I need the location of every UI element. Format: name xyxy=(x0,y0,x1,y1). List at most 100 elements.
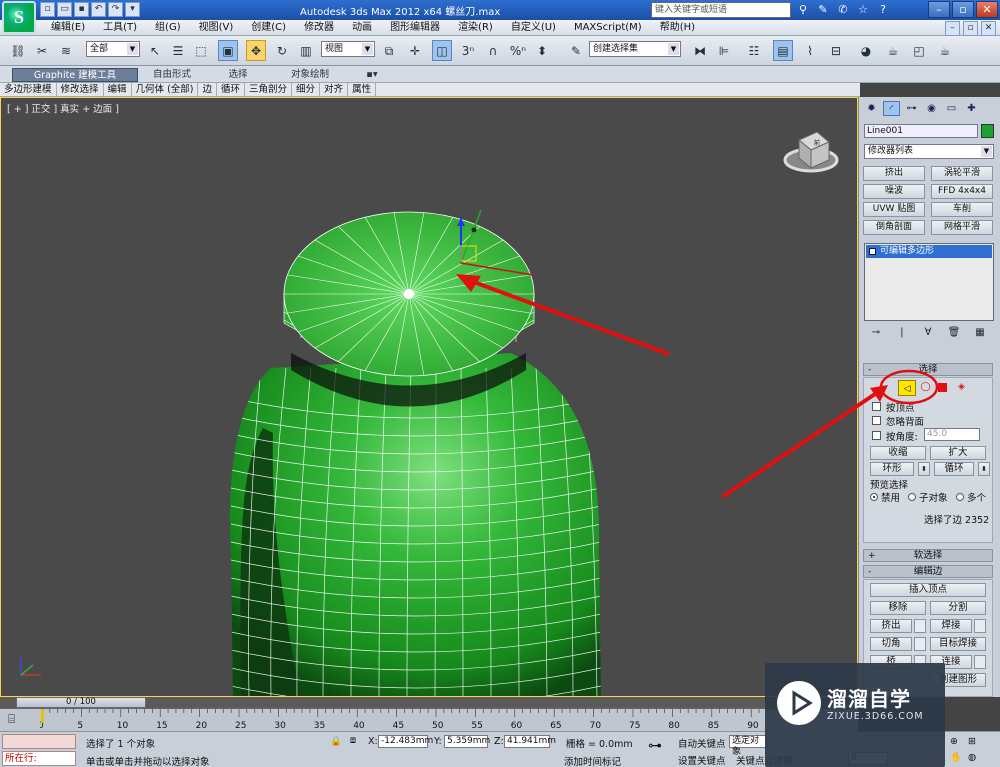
zoom-all-icon[interactable]: ⊞ xyxy=(968,736,976,747)
viewcube[interactable]: 前 xyxy=(781,118,841,181)
rendered-frame-icon[interactable]: ◰ xyxy=(909,40,929,61)
chamfer-button[interactable]: 切角 xyxy=(870,637,912,651)
weld-button[interactable]: 焊接 xyxy=(930,619,972,633)
material-editor-icon[interactable]: ◕ xyxy=(856,40,876,61)
panel-triangulation[interactable]: 三角剖分 xyxy=(245,83,293,96)
preview-subobject-radio[interactable] xyxy=(908,493,916,501)
angle-field[interactable]: 45.0 xyxy=(924,428,980,441)
mirror-icon[interactable]: ⧓ xyxy=(690,40,710,61)
select-move-icon[interactable]: ✥ xyxy=(246,40,266,61)
maxscript-running-label[interactable]: 所在行: xyxy=(2,751,76,766)
spinner-snap-icon[interactable]: ⬍ xyxy=(532,40,552,61)
panel-subdivision[interactable]: 细分 xyxy=(292,83,321,96)
zoom-icon[interactable]: ⊕ xyxy=(950,736,958,747)
link-icon[interactable]: ⛓ xyxy=(8,40,28,61)
chamfer-settings-icon[interactable] xyxy=(914,637,926,651)
hierarchy-tab-icon[interactable]: ⊶ xyxy=(903,101,920,116)
modifier-list-dropdown[interactable]: 修改器列表 ▼ xyxy=(864,144,994,159)
maxscript-listener-input[interactable] xyxy=(2,734,76,749)
edit-named-selection-icon[interactable]: ✎ xyxy=(566,40,586,61)
by-angle-checkbox[interactable] xyxy=(872,431,881,440)
menu-rendering[interactable]: 渲染(R) xyxy=(449,21,502,35)
render-setup-icon[interactable]: ☕ xyxy=(883,40,903,61)
selected-objects-dropdown[interactable]: 选定对象 xyxy=(729,735,767,757)
graphite-toggle-icon[interactable]: ▤ xyxy=(773,40,793,61)
target-weld-button[interactable]: 目标焊接 xyxy=(930,637,986,651)
window-crossing-icon[interactable]: ▣ xyxy=(218,40,238,61)
app-logo[interactable]: S xyxy=(2,1,36,34)
communication-icon[interactable]: ✆ xyxy=(835,2,851,18)
star-icon[interactable]: ☆ xyxy=(855,2,871,18)
meshsmooth-modifier-button[interactable]: 网格平滑 xyxy=(931,220,993,235)
ring-button[interactable]: 环形 xyxy=(870,462,914,476)
display-tab-icon[interactable]: ▭ xyxy=(943,101,960,116)
modify-tab-icon[interactable]: ◜ xyxy=(883,101,900,116)
panel-edit[interactable]: 编辑 xyxy=(104,83,132,96)
loop-spinner-icon[interactable]: ⬍ xyxy=(978,462,990,476)
tab-selection[interactable]: 选择 xyxy=(216,68,260,82)
schematic-view-icon[interactable]: ⊟ xyxy=(826,40,846,61)
menu-maxscript[interactable]: MAXScript(M) xyxy=(565,21,651,35)
y-coordinate-field[interactable]: 5.359mm xyxy=(444,735,490,748)
close-icon[interactable]: ✕ xyxy=(976,1,998,18)
reference-coordinate-dropdown[interactable]: 视图 ▼ xyxy=(321,41,375,57)
loop-button[interactable]: 循环 xyxy=(934,462,974,476)
key-icon[interactable]: ⊶ xyxy=(648,738,662,754)
select-manipulate-icon[interactable]: ✛ xyxy=(405,40,425,61)
extrude-settings-icon[interactable] xyxy=(914,619,926,633)
add-time-tag-button[interactable]: 添加时间标记 xyxy=(564,754,621,767)
percent-snap-icon[interactable]: %ⁿ xyxy=(508,40,528,61)
open-file-icon[interactable]: ▭ xyxy=(57,2,72,17)
weld-settings-icon[interactable] xyxy=(974,619,986,633)
edit-edges-rollout-header[interactable]: - 编辑边 xyxy=(863,565,993,578)
panel-loops[interactable]: 循环 xyxy=(217,83,246,96)
ring-spinner-icon[interactable]: ⬍ xyxy=(918,462,930,476)
x-coordinate-field[interactable]: -12.483mm xyxy=(378,735,433,748)
binoculars-icon[interactable]: ⚲ xyxy=(795,2,811,18)
track-bar[interactable]: ⌸ 0 5 10 15 20 25 30 35 40 45 50 55 60 65 70 75 80 85 90 xyxy=(0,708,858,731)
minimize-doc-icon[interactable]: – xyxy=(945,21,960,36)
absolute-mode-icon[interactable]: ⧈ xyxy=(350,735,356,746)
viewport[interactable]: [ + ] 正交 ] 真实 + 边面 ] 前 xyxy=(0,97,858,697)
lock-selection-icon[interactable]: 🔒 xyxy=(330,736,342,747)
object-name-field[interactable]: Line001 xyxy=(864,124,978,138)
orbit-icon[interactable]: ◍ xyxy=(968,752,976,763)
preview-disabled-radio[interactable] xyxy=(870,493,878,501)
auto-key-button[interactable]: 自动关键点 xyxy=(678,736,726,750)
make-unique-icon[interactable]: ∀ xyxy=(921,326,935,340)
select-object-icon[interactable]: ↖ xyxy=(145,40,165,61)
extrude-modifier-button[interactable]: 挤出 xyxy=(863,166,925,181)
wrench-icon[interactable]: ✎ xyxy=(815,2,831,18)
current-frame-marker[interactable] xyxy=(41,709,44,723)
noise-modifier-button[interactable]: 噪波 xyxy=(863,184,925,199)
pan-icon[interactable]: ✋ xyxy=(950,752,962,763)
select-by-name-icon[interactable]: ☰ xyxy=(168,40,188,61)
minimize-icon[interactable]: – xyxy=(928,1,950,18)
pivot-center-icon[interactable]: ⧉ xyxy=(379,40,399,61)
show-end-result-icon[interactable]: ❘ xyxy=(895,326,909,340)
extrude-button[interactable]: 挤出 xyxy=(870,619,912,633)
set-key-button[interactable]: 设置关键点 xyxy=(678,753,726,767)
angle-snap-icon[interactable]: ∩ xyxy=(483,40,503,61)
menu-modifiers[interactable]: 修改器 xyxy=(295,21,343,35)
remove-modifier-icon[interactable]: 🗑 xyxy=(947,326,961,340)
new-file-icon[interactable]: ▫ xyxy=(40,2,55,17)
insert-vertex-button[interactable]: 插入顶点 xyxy=(870,583,986,597)
layer-manager-icon[interactable]: ☷ xyxy=(744,40,764,61)
shrink-button[interactable]: 收缩 xyxy=(870,446,926,460)
time-slider[interactable]: 0 / 100 xyxy=(0,697,858,708)
select-rotate-icon[interactable]: ↻ xyxy=(272,40,292,61)
lathe-modifier-button[interactable]: 车削 xyxy=(931,202,993,217)
selection-filter-dropdown[interactable]: 全部 ▼ xyxy=(86,41,140,57)
close-doc-icon[interactable]: ✕ xyxy=(981,21,996,36)
preview-multi-radio[interactable] xyxy=(956,493,964,501)
turbosmooth-modifier-button[interactable]: 涡轮平滑 xyxy=(931,166,993,181)
menu-create[interactable]: 创建(C) xyxy=(242,21,295,35)
connect-settings-icon[interactable] xyxy=(974,655,986,669)
menu-graph-editors[interactable]: 图形编辑器 xyxy=(381,21,449,35)
align-icon[interactable]: ⊫ xyxy=(714,40,734,61)
tab-graphite-modeling[interactable]: Graphite 建模工具 xyxy=(12,68,138,82)
named-selection-dropdown[interactable]: 创建选择集 ▼ xyxy=(589,41,681,57)
undo-icon[interactable]: ↶ xyxy=(91,2,106,17)
panel-modify-selection[interactable]: 修改选择 xyxy=(57,83,104,96)
